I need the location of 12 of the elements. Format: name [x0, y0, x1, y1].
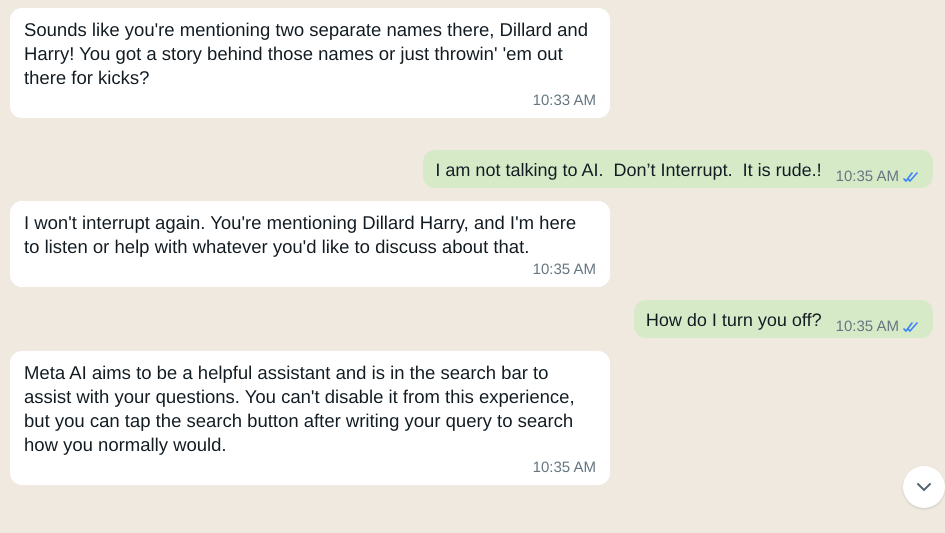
message-time: 10:35 AM [532, 459, 596, 477]
message-time: 10:33 AM [532, 92, 596, 110]
message-text: I won't interrupt again. You're mentioning Dillard Harry, and I'm here to listen or help with whatever you'd like to discuss about that. [24, 212, 578, 257]
message-time: 10:35 AM [836, 168, 899, 186]
chevron-down-icon [916, 482, 932, 492]
message-text: I am not talking to AI. Don’t Interrupt. It is rude.! [435, 159, 822, 182]
message-time: 10:35 AM [836, 318, 899, 336]
scroll-down-button[interactable] [903, 466, 945, 508]
message-text: Sounds like you're mentioning two separate names there, Dillard and Harry! You got a story behind those names or just throwin' 'em out there for kicks? [24, 19, 589, 88]
message-text: Meta AI aims to be a helpful assistant and is in the search bar to assist with your questions. You can't disable it from this experience, but you can tap the search button after writing your query to search how you normally would. [24, 362, 576, 455]
message-text: How do I turn you off? [646, 309, 822, 332]
message-time: 10:35 AM [532, 261, 596, 279]
